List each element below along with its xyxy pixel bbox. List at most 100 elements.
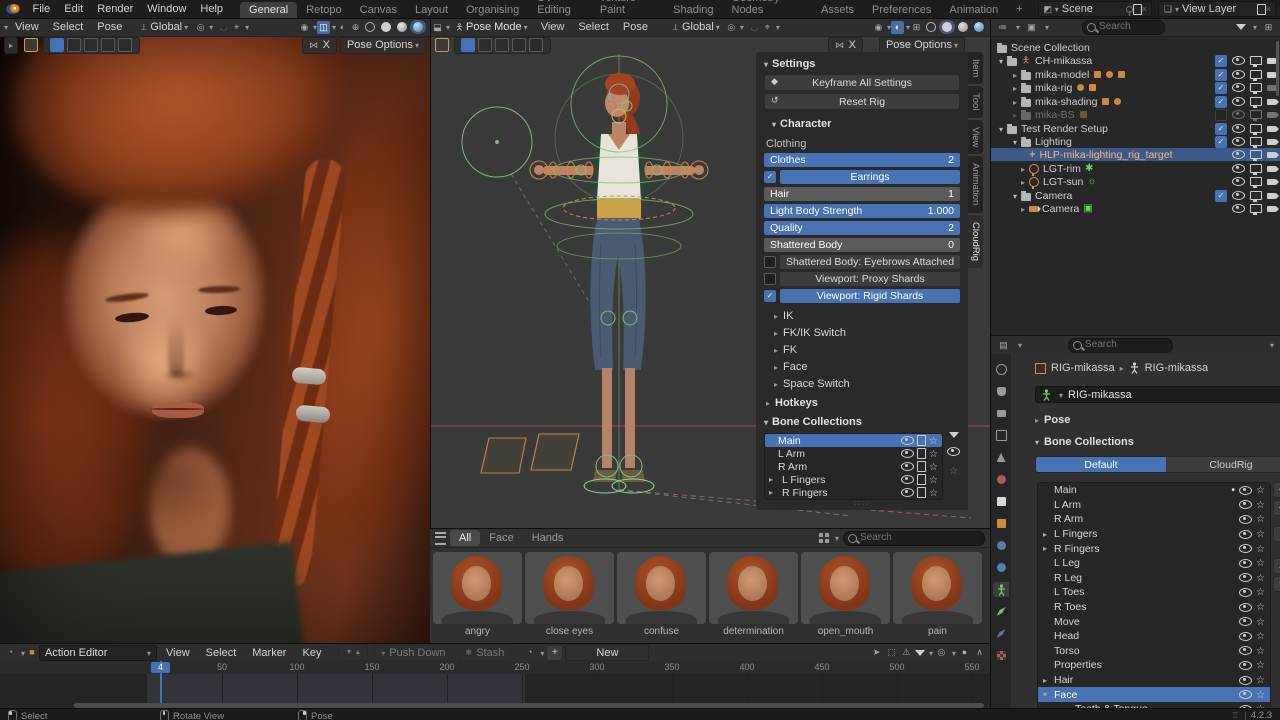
mode-dropdown[interactable]: Pose Mode [466,21,522,33]
bone-collections-panel-header[interactable]: Bone Collections [1035,436,1280,448]
view-menu[interactable]: View [8,21,46,33]
reset-rig-button[interactable]: ↺Reset Rig [764,93,960,110]
visibility-eye-icon[interactable] [1239,676,1252,685]
expand-icon[interactable] [1013,136,1017,148]
viewport-disable-icon[interactable] [1250,70,1262,79]
viewport-3d[interactable]: ⬓ 🯅 Pose Mode View Select Pose ⟂ Global … [430,18,990,528]
favorite-star-icon[interactable] [1256,528,1265,540]
collection-filter-tab[interactable]: Default [1036,457,1166,472]
solo-icon[interactable] [917,435,926,446]
select-mode-new-icon[interactable] [461,38,475,52]
workspace-tab[interactable]: Retopo [297,2,350,18]
exclude-checkbox[interactable] [1215,69,1227,81]
expand-icon[interactable] [999,123,1003,135]
character-panel-header[interactable]: Character [764,116,960,132]
solo-icon[interactable] [917,448,926,459]
workspace-tab[interactable]: Assets [812,2,863,18]
shading-material-button[interactable] [955,20,971,34]
favorite-star-icon[interactable] [1256,572,1265,584]
new-scene-icon[interactable] [1133,4,1142,15]
collapsed-section-header[interactable]: Space Switch [764,375,960,392]
tab-texture[interactable] [993,648,1009,663]
render-disable-icon[interactable] [1267,99,1276,105]
orientation-label[interactable]: Global [682,21,714,33]
expand-icon[interactable] [1013,82,1017,94]
visibility-eye-icon[interactable] [901,475,914,484]
visibility-eye-icon[interactable] [1239,559,1252,568]
workspace-tab[interactable]: Shading [664,2,722,18]
bone-collection-row[interactable]: Torso [1038,644,1270,659]
hide-eye-icon[interactable] [1232,137,1245,146]
bone-collection-row[interactable]: L Toes [1038,585,1270,600]
eyebrows-attached-toggle[interactable]: Shattered Body: Eyebrows Attached [764,255,960,269]
solo-icon[interactable] [917,461,926,472]
xray-icon[interactable]: ◫ [317,21,330,34]
bone-collection-row[interactable]: ▾ Face [1038,687,1270,702]
workspace-tab[interactable]: Texture Paint [591,0,664,18]
shelf-tab[interactable]: Hands [523,530,573,546]
visibility-eye-icon[interactable] [1239,544,1252,553]
row-camera-collection[interactable]: Camera [991,189,1280,202]
display-mode-chevron-icon[interactable] [1014,21,1020,33]
visibility-eye-icon[interactable] [1239,515,1252,524]
proportional-edit-icon[interactable]: ◉ [872,21,885,34]
visibility-eye-icon[interactable] [901,449,914,458]
solo-icon[interactable] [917,487,926,498]
proxy-shards-button[interactable]: Viewport: Proxy Shards [780,272,960,286]
keyframe-all-settings-button[interactable]: ◆Keyframe All Settings [764,74,960,91]
display-mode-icon[interactable] [819,533,829,543]
tab-bone[interactable] [993,604,1009,619]
bone-collection-row[interactable]: ▸ R Fingers [1038,541,1270,556]
collapsed-section-header[interactable]: Face [764,358,960,375]
visibility-eye-icon[interactable] [901,462,914,471]
collapsed-section-header[interactable]: FK/IK Switch [764,324,960,341]
blender-logo-icon[interactable] [6,4,20,14]
favorite-star-icon[interactable] [1256,484,1265,496]
bone-collection-row[interactable]: L Arm [1038,498,1270,513]
visibility-eye-icon[interactable] [901,436,914,445]
visibility-eye-icon[interactable] [1239,690,1252,699]
list-resize-grip[interactable]: :::: [764,500,960,507]
expand-icon[interactable] [1013,69,1017,81]
select-mode-intersect-icon[interactable] [118,38,132,52]
sidebar-tab[interactable]: Item [968,52,983,84]
bone-collection-row[interactable]: R Toes [1038,600,1270,615]
tab-physics[interactable] [993,560,1009,575]
render-disable-icon[interactable] [1267,112,1276,118]
row-lgt-rim[interactable]: LGT-rim ✱ [991,162,1280,175]
favorite-star-icon[interactable] [1256,601,1265,613]
tab-render[interactable] [993,384,1009,399]
shelf-menu-icon[interactable] [435,532,446,545]
new-view-layer-icon[interactable] [1257,4,1266,15]
shelf-search[interactable] [843,531,985,546]
visibility-eye-icon[interactable] [1239,486,1252,495]
expand-icon[interactable] [1021,176,1025,188]
sidebar-tab[interactable]: Animation [968,156,983,212]
shelf-tab[interactable]: All [450,530,480,546]
render-disable-icon[interactable] [1267,206,1276,212]
favorite-star-icon[interactable] [1256,499,1265,511]
bone-collection-row[interactable]: L Arm [765,447,942,460]
select-mode-subtract-icon[interactable] [495,38,509,52]
row-hlp-lighting-target[interactable]: HLP-mika-lighting_rig_target [991,148,1280,161]
expand-icon[interactable] [999,55,1003,67]
bone-collection-row[interactable]: Properties [1038,658,1270,673]
specials-menu-button[interactable] [1273,526,1280,542]
filter-chevron-icon[interactable] [1251,21,1257,33]
collection-filter-tab[interactable]: CloudRig [1166,457,1280,472]
row-lgt-sun[interactable]: LGT-sun ☼ [991,175,1280,188]
menu-item[interactable]: Render [90,3,140,15]
favorite-star-icon[interactable] [1256,557,1265,569]
earrings-checkbox[interactable] [764,171,776,183]
gizmos-icon[interactable]: ⊞ [910,21,923,34]
overlays-icon[interactable]: ◐ [336,21,349,34]
mode-chevron-icon[interactable] [522,21,528,33]
menu-item[interactable]: Edit [57,3,90,15]
armature-name-field[interactable]: RIG-mikassa [1035,386,1280,403]
pose-asset[interactable]: close eyes [525,552,614,640]
shading-wireframe-button[interactable] [362,20,378,34]
light-body-strength-slider[interactable]: Light Body Strength1.000 [764,204,960,218]
filter-type-chevron-icon[interactable] [1043,21,1049,33]
hide-eye-icon[interactable] [1232,124,1245,133]
bone-collection-row[interactable]: R Arm [1038,512,1270,527]
